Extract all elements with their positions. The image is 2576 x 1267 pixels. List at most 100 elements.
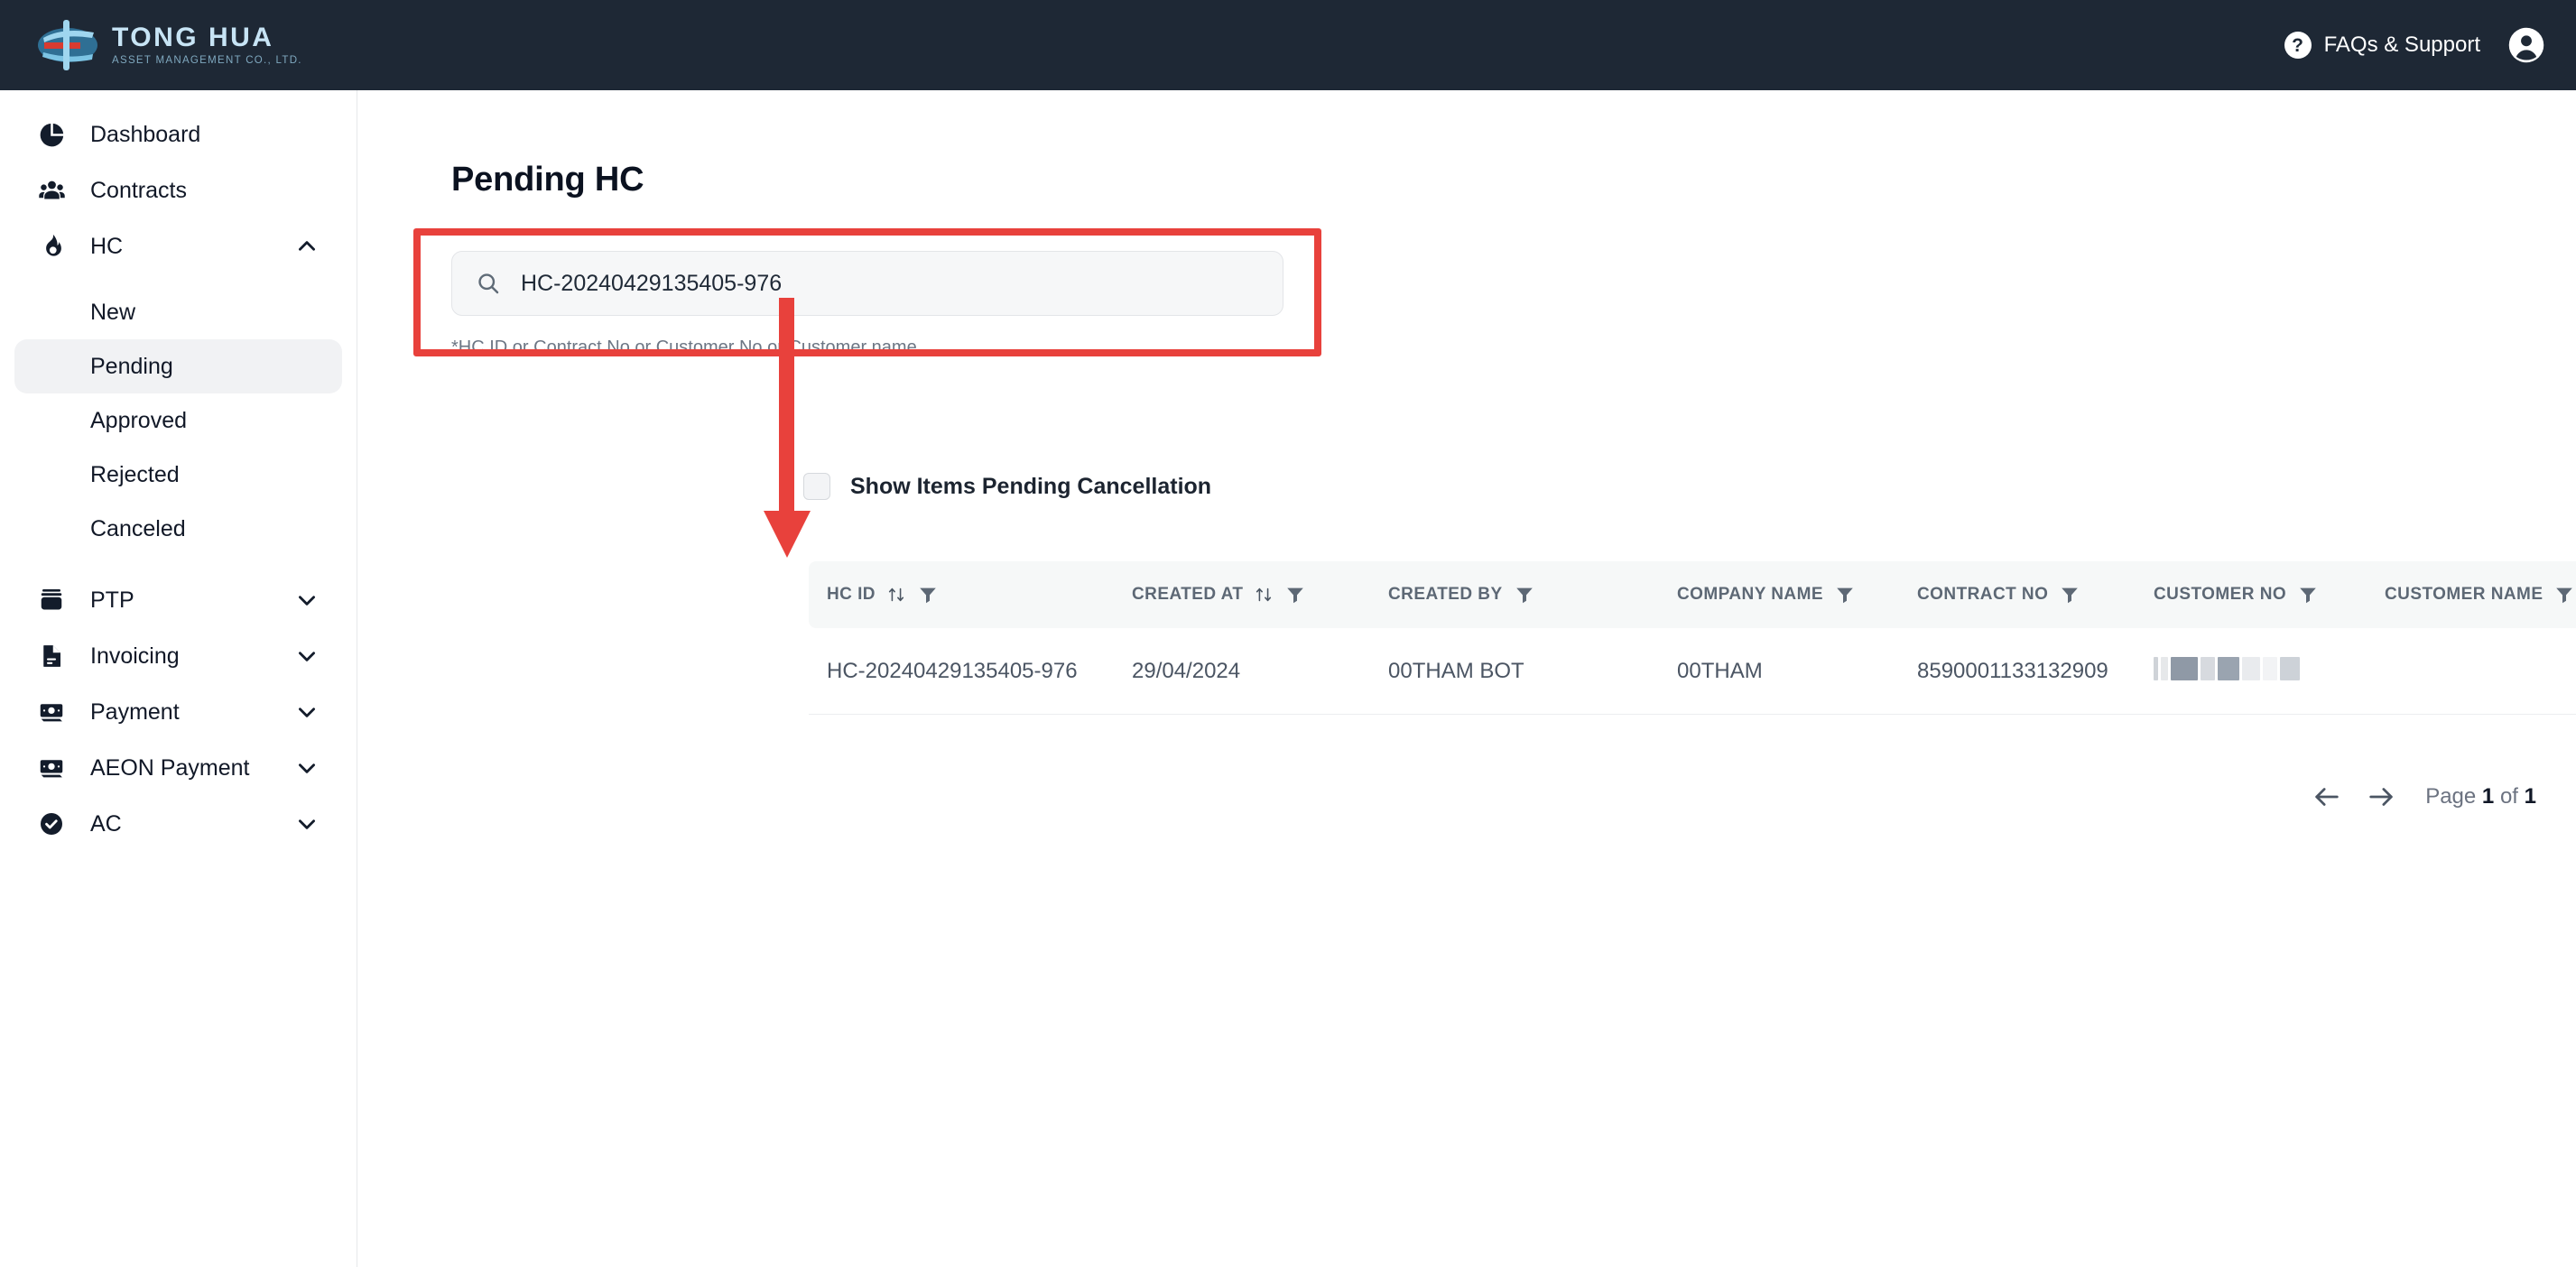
search-input-value: HC-20240429135405-976 [521, 271, 782, 297]
page-title: Pending HC [451, 161, 644, 199]
sidebar-label-hc: HC [90, 234, 123, 260]
sidebar-label-hc-pending: Pending [90, 354, 173, 380]
column-header-created-at[interactable]: CREATED AT [1132, 584, 1388, 606]
filter-icon[interactable] [917, 584, 939, 606]
column-label-company-name: COMPANY NAME [1677, 585, 1823, 605]
main-content: Pending HC HC-20240429135405-976 *HC ID … [357, 90, 2576, 1267]
brand-text: TONG HUA ASSET MANAGEMENT CO., LTD. [112, 23, 302, 67]
sidebar-item-dashboard[interactable]: Dashboard [14, 106, 342, 162]
pagination: Page 1 of 1 [2312, 781, 2536, 812]
filter-icon[interactable] [2297, 584, 2319, 606]
cell-created-by: 00THAM BOT [1388, 659, 1677, 684]
cell-created-at: 29/04/2024 [1132, 659, 1388, 684]
pie-chart-icon [36, 119, 67, 150]
checkbox-box[interactable] [803, 473, 830, 500]
column-label-created-by: CREATED BY [1388, 585, 1503, 605]
column-header-customer-no[interactable]: CUSTOMER NO [2154, 584, 2385, 606]
brand-logo[interactable]: TONG HUA ASSET MANAGEMENT CO., LTD. [32, 18, 302, 72]
cell-company-name: 00THAM [1677, 659, 1917, 684]
column-header-hc-id[interactable]: HC ID [809, 584, 1132, 606]
chevron-down-icon[interactable] [295, 644, 319, 668]
column-label-created-at: CREATED AT [1132, 585, 1243, 605]
column-label-hc-id: HC ID [827, 585, 876, 605]
table-row[interactable]: HC-20240429135405-976 29/04/2024 00THAM … [809, 628, 2576, 715]
tong-hua-logo-icon [32, 18, 103, 72]
current-page: 1 [2482, 784, 2494, 809]
sidebar-item-hc-canceled[interactable]: Canceled [14, 502, 342, 556]
banknote-icon [36, 697, 67, 727]
chevron-down-icon[interactable] [295, 812, 319, 836]
sidebar: Dashboard Contracts [0, 90, 357, 1267]
sidebar-label-hc-new: New [90, 300, 135, 326]
search-icon [476, 271, 501, 296]
sidebar-label-invoicing: Invoicing [90, 643, 180, 670]
sidebar-item-ptp[interactable]: PTP [14, 572, 342, 628]
column-header-contract-no[interactable]: CONTRACT NO [1917, 584, 2154, 606]
brand-title: TONG HUA [112, 23, 302, 52]
top-bar: TONG HUA ASSET MANAGEMENT CO., LTD. ? FA… [0, 0, 2576, 90]
sidebar-label-aeon-payment: AEON Payment [90, 755, 249, 781]
sidebar-item-hc[interactable]: HC [14, 218, 342, 274]
arrow-right-icon[interactable] [2366, 781, 2396, 812]
table-header-row: HC ID CREATED AT [809, 561, 2576, 628]
cell-hc-id: HC-20240429135405-976 [809, 659, 1132, 684]
sidebar-item-hc-new[interactable]: New [14, 285, 342, 339]
sidebar-label-hc-approved: Approved [90, 408, 187, 434]
column-label-contract-no: CONTRACT NO [1917, 585, 2048, 605]
check-circle-icon [36, 809, 67, 839]
help-question-icon: ? [2284, 32, 2312, 59]
app-root: TONG HUA ASSET MANAGEMENT CO., LTD. ? FA… [0, 0, 2576, 1267]
sidebar-label-contracts: Contracts [90, 178, 187, 204]
logo-mark-svg [32, 18, 103, 72]
sidebar-item-contracts[interactable]: Contracts [14, 162, 342, 218]
page-middle: of [2500, 784, 2518, 809]
column-header-company-name[interactable]: COMPANY NAME [1677, 584, 1917, 606]
archive-box-icon [36, 585, 67, 615]
sidebar-label-payment: Payment [90, 699, 180, 726]
column-header-customer-name[interactable]: CUSTOMER NAME [2385, 584, 2576, 606]
sort-icon[interactable] [886, 585, 906, 605]
checkbox-label: Show Items Pending Cancellation [850, 474, 1211, 500]
sidebar-item-invoicing[interactable]: Invoicing [14, 628, 342, 684]
filter-icon[interactable] [2553, 584, 2575, 606]
filter-icon[interactable] [2059, 584, 2080, 606]
sidebar-item-payment[interactable]: Payment [14, 684, 342, 740]
banknote-icon [36, 753, 67, 783]
top-bar-actions: ? FAQs & Support [2284, 26, 2545, 64]
cell-customer-no [2154, 655, 2385, 687]
sidebar-label-dashboard: Dashboard [90, 122, 200, 148]
sidebar-label-ptp: PTP [90, 587, 134, 614]
filter-icon[interactable] [1834, 584, 1856, 606]
filter-icon[interactable] [1284, 584, 1306, 606]
chevron-down-icon[interactable] [295, 700, 319, 724]
faqs-support-button[interactable]: ? FAQs & Support [2284, 32, 2480, 59]
faqs-support-label: FAQs & Support [2324, 32, 2480, 58]
redacted-value [2154, 655, 2303, 682]
flame-icon [36, 231, 67, 262]
total-pages: 1 [2525, 784, 2536, 809]
chevron-up-icon[interactable] [295, 235, 319, 258]
show-pending-cancellation-checkbox[interactable]: Show Items Pending Cancellation [803, 473, 1211, 500]
sidebar-item-hc-approved[interactable]: Approved [14, 393, 342, 448]
sidebar-item-hc-pending[interactable]: Pending [14, 339, 342, 393]
user-avatar-icon[interactable] [2507, 26, 2545, 64]
filter-icon[interactable] [1514, 584, 1535, 606]
search-input[interactable]: HC-20240429135405-976 [451, 251, 1283, 316]
users-group-icon [36, 175, 67, 206]
chevron-down-icon[interactable] [295, 756, 319, 780]
cell-contract-no: 8590001133132909 [1917, 659, 2154, 684]
sidebar-label-ac: AC [90, 811, 122, 837]
sidebar-label-hc-canceled: Canceled [90, 516, 186, 542]
column-header-created-by[interactable]: CREATED BY [1388, 584, 1677, 606]
page-prefix: Page [2425, 784, 2476, 809]
sidebar-item-ac[interactable]: AC [14, 796, 342, 852]
sort-icon[interactable] [1254, 585, 1274, 605]
chevron-down-icon[interactable] [295, 588, 319, 612]
brand-subtitle: ASSET MANAGEMENT CO., LTD. [112, 54, 302, 67]
sidebar-item-hc-rejected[interactable]: Rejected [14, 448, 342, 502]
sidebar-item-aeon-payment[interactable]: AEON Payment [14, 740, 342, 796]
search-section: HC-20240429135405-976 *HC ID or Contract… [451, 251, 1283, 358]
arrow-left-icon[interactable] [2312, 781, 2342, 812]
page-indicator: Page 1 of 1 [2425, 784, 2536, 809]
sidebar-label-hc-rejected: Rejected [90, 462, 180, 488]
